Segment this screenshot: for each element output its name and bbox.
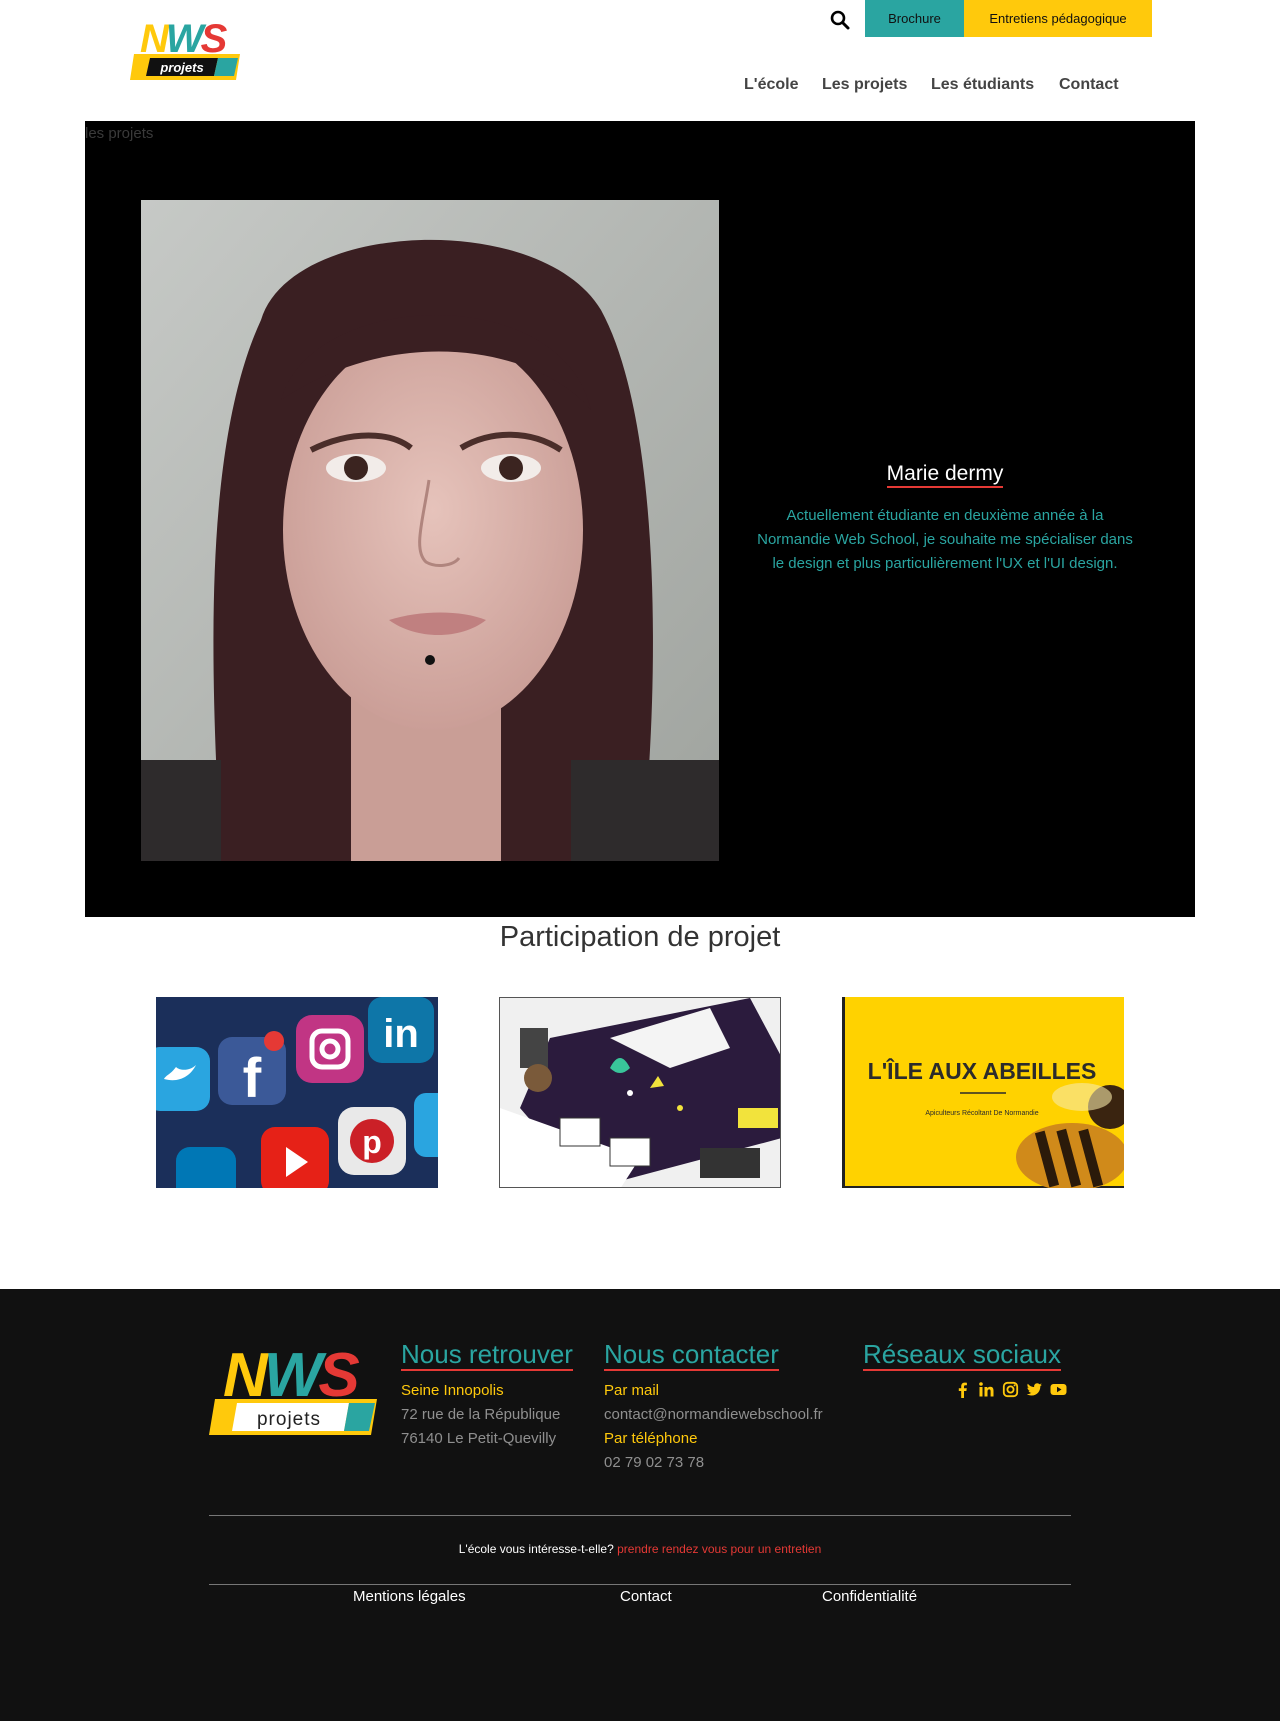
breadcrumb: les projets — [85, 125, 154, 142]
footer-mail-link[interactable]: contact@normandiewebschool.fr — [604, 1406, 823, 1423]
youtube-icon[interactable] — [1050, 1381, 1067, 1398]
footer-location-label: Seine Innopolis — [401, 1382, 504, 1399]
svg-text:L'ÎLE AUX ABEILLES: L'ÎLE AUX ABEILLES — [868, 1057, 1097, 1084]
search-icon[interactable] — [826, 6, 854, 34]
linkedin-icon[interactable] — [978, 1381, 995, 1398]
twitter-icon[interactable] — [1026, 1381, 1043, 1398]
footer-divider-top — [209, 1515, 1071, 1516]
footer-divider-bottom — [209, 1584, 1071, 1585]
svg-text:projets: projets — [257, 1409, 321, 1430]
nav-item-projets[interactable]: Les projets — [822, 76, 907, 94]
footer-address-line1: 72 rue de la République — [401, 1406, 561, 1423]
site-header: NWS projets Brochure Entretiens pédagogi… — [0, 0, 1280, 120]
svg-text:p: p — [362, 1124, 382, 1160]
project-card-social-media[interactable]: f in p — [156, 997, 438, 1188]
footer-cta-text: L'école vous intéresse-t-elle? — [458, 1542, 614, 1556]
svg-text:NWS: NWS — [223, 1341, 359, 1410]
footer-retrouver-title: Nous retrouver — [401, 1339, 573, 1371]
projects-section-title: Participation de projet — [499, 921, 781, 953]
footer-phone-number[interactable]: 02 79 02 73 78 — [604, 1454, 704, 1471]
social-links — [954, 1381, 1067, 1398]
svg-text:f: f — [243, 1046, 262, 1109]
brochure-button[interactable]: Brochure — [865, 0, 964, 37]
design-illustration-image — [500, 998, 780, 1187]
footer-mail-label: Par mail — [604, 1382, 660, 1399]
footer-link-contact[interactable]: Contact — [620, 1588, 672, 1605]
footer-cta: L'école vous intéresse-t-elle? prendre r… — [0, 1542, 1280, 1556]
svg-text:projets: projets — [159, 60, 203, 75]
nav-item-contact[interactable]: Contact — [1059, 76, 1119, 94]
student-portrait — [141, 200, 719, 861]
footer-link-mentions[interactable]: Mentions légales — [353, 1588, 466, 1605]
instagram-icon[interactable] — [1002, 1381, 1019, 1398]
footer-cta-link[interactable]: prendre rendez vous pour un entretien — [617, 1542, 821, 1556]
svg-text:Apiculteurs Récoltant De Norma: Apiculteurs Récoltant De Normandie — [925, 1110, 1038, 1117]
svg-text:NWS: NWS — [140, 17, 228, 61]
footer-contacter-title: Nous contacter — [604, 1339, 779, 1371]
footer-link-confidentialite[interactable]: Confidentialité — [822, 1588, 917, 1605]
student-bio: Actuellement étudiante en deuxième année… — [757, 507, 1133, 572]
footer-phone-label: Par téléphone — [604, 1430, 698, 1447]
nws-footer-logo[interactable]: NWS projets — [209, 1339, 381, 1435]
social-media-apps-image: f in p — [156, 997, 438, 1188]
facebook-icon[interactable] — [954, 1381, 971, 1398]
bee-logo-image: L'ÎLE AUX ABEILLES Apiculteurs Récoltant… — [842, 997, 1124, 1188]
project-card-abeilles[interactable]: L'ÎLE AUX ABEILLES Apiculteurs Récoltant… — [842, 997, 1124, 1188]
svg-text:in: in — [383, 1012, 419, 1056]
nav-item-ecole[interactable]: L'école — [744, 76, 799, 94]
student-name: Marie dermy — [760, 462, 1130, 488]
footer-reseaux-title: Réseaux sociaux — [863, 1339, 1061, 1371]
project-card-design[interactable] — [499, 997, 781, 1188]
footer-address-line2: 76140 Le Petit-Quevilly — [401, 1430, 557, 1447]
nws-logo[interactable]: NWS projets — [130, 16, 244, 80]
nav-item-etudiants[interactable]: Les étudiants — [931, 76, 1034, 94]
entretiens-button[interactable]: Entretiens pédagogique — [964, 0, 1152, 37]
